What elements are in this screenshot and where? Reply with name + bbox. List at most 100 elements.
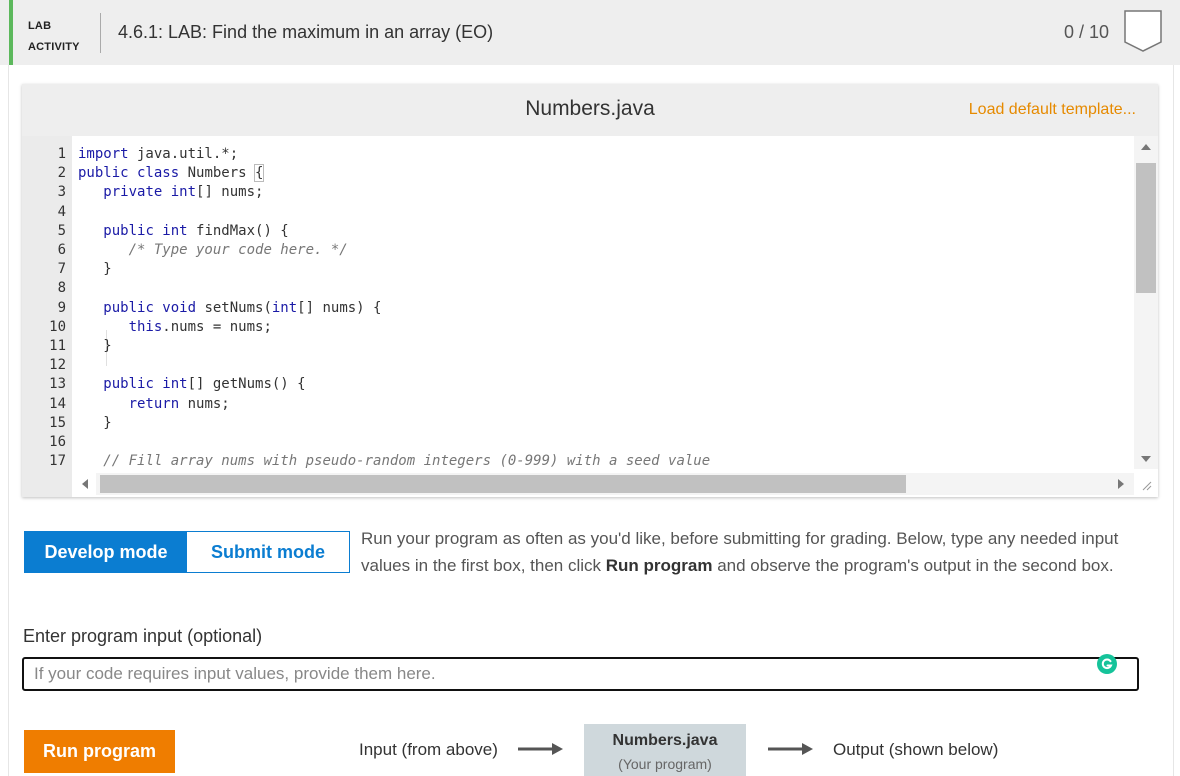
code-line: 5 public int findMax() { bbox=[22, 222, 1134, 241]
code-token: findMax() { bbox=[187, 222, 289, 239]
code-text: public void setNums(int[] nums) { bbox=[78, 299, 381, 318]
program-input-field[interactable] bbox=[22, 657, 1139, 691]
code-token: } bbox=[78, 414, 112, 431]
program-box: Numbers.java (Your program) bbox=[584, 724, 746, 776]
code-line: 9 public void setNums(int[] nums) { bbox=[22, 299, 1134, 318]
arrow-right-icon bbox=[518, 743, 563, 755]
code-text: /* Type your code here. */ bbox=[78, 241, 348, 260]
score-text: 0 / 10 bbox=[1064, 22, 1110, 42]
develop-mode-button[interactable]: Develop mode bbox=[25, 532, 187, 572]
code-line: 16 bbox=[22, 433, 1134, 452]
mode-toggle: Develop mode Submit mode bbox=[24, 531, 350, 573]
code-text: public class Numbers { bbox=[78, 164, 265, 183]
scroll-left-icon[interactable] bbox=[82, 479, 88, 489]
line-number: 11 bbox=[49, 338, 66, 354]
editor-toolbar: Numbers.java Load default template... bbox=[22, 84, 1158, 136]
lab-title: 4.6.1: LAB: Find the maximum in an array… bbox=[118, 22, 494, 42]
code-editor: Numbers.java Load default template... 1i… bbox=[22, 84, 1158, 497]
line-number: 15 bbox=[49, 414, 66, 431]
code-token: java.util.*; bbox=[128, 146, 239, 162]
card-border-right bbox=[1173, 65, 1174, 776]
line-number: 4 bbox=[57, 203, 66, 220]
help-text-bold: Run program bbox=[605, 556, 713, 575]
code-line: 7 } bbox=[22, 260, 1134, 279]
load-default-template-link[interactable]: Load default template... bbox=[969, 101, 1136, 119]
line-number: 1 bbox=[57, 146, 66, 162]
code-token: Numbers bbox=[179, 165, 256, 182]
code-text: public int findMax() { bbox=[78, 222, 289, 241]
line-number: 5 bbox=[57, 222, 66, 239]
code-text: // Fill array nums with pseudo-random in… bbox=[78, 452, 710, 469]
code-line: 10 this.nums = nums; bbox=[22, 318, 1134, 337]
flow-output-label: Output (shown below) bbox=[833, 740, 999, 759]
line-number: 9 bbox=[57, 299, 66, 316]
line-number: 2 bbox=[57, 165, 66, 182]
mode-help-text: Run your program as often as you'd like,… bbox=[361, 525, 1161, 579]
line-number: 10 bbox=[49, 318, 66, 335]
code-line: 17 // Fill array nums with pseudo-random… bbox=[22, 452, 1134, 469]
line-number: 3 bbox=[57, 184, 66, 201]
code-token: } bbox=[78, 338, 112, 354]
score-badge-icon bbox=[1124, 10, 1162, 52]
code-token: nums; bbox=[179, 395, 230, 412]
resize-grip-icon[interactable] bbox=[1140, 479, 1152, 491]
line-number: 13 bbox=[49, 376, 66, 393]
code-token: { bbox=[253, 164, 265, 183]
code-token: [] nums; bbox=[196, 184, 264, 201]
code-token: [] nums) { bbox=[297, 299, 382, 316]
code-keyword: public int bbox=[103, 376, 188, 393]
scroll-up-icon[interactable] bbox=[1141, 144, 1151, 150]
flow-input-label: Input (from above) bbox=[359, 740, 498, 759]
line-number: 6 bbox=[57, 242, 66, 258]
vertical-scroll-thumb[interactable] bbox=[1136, 163, 1156, 293]
activity-type-line2: ACTIVITY bbox=[28, 41, 80, 53]
code-keyword: public int bbox=[103, 222, 188, 239]
code-line: 1 import java.util.*; bbox=[22, 145, 1134, 164]
code-text-area[interactable]: 1 import java.util.*; 2 public class Number… bbox=[22, 136, 1134, 469]
horizontal-scroll-thumb[interactable] bbox=[100, 475, 906, 493]
code-keyword: int bbox=[271, 299, 298, 316]
code-keyword: public void bbox=[103, 299, 197, 316]
code-text: } bbox=[78, 260, 112, 279]
scroll-down-icon[interactable] bbox=[1141, 456, 1151, 462]
code-line: 13 public int[] getNums() { bbox=[22, 375, 1134, 394]
code-line: 14 return nums; bbox=[22, 395, 1134, 414]
code-comment: /* Type your code here. */ bbox=[128, 242, 348, 258]
code-comment: // Fill array nums with pseudo-random in… bbox=[103, 453, 711, 469]
code-text: return nums; bbox=[78, 395, 230, 414]
code-line: 6 /* Type your code here. */ bbox=[22, 241, 1134, 260]
line-number: 8 bbox=[57, 280, 66, 297]
code-line: 15 } bbox=[22, 414, 1134, 433]
activity-type: LAB ACTIVITY bbox=[28, 16, 80, 58]
line-number: 7 bbox=[57, 261, 66, 278]
code-token: [] getNums() { bbox=[187, 376, 306, 393]
program-box-subtitle: (Your program) bbox=[618, 756, 712, 772]
code-text: this.nums = nums; bbox=[78, 318, 272, 337]
run-program-button[interactable]: Run program bbox=[24, 730, 175, 773]
code-line: 12 bbox=[22, 356, 1134, 375]
line-number: 16 bbox=[49, 434, 66, 450]
program-box-name: Numbers.java bbox=[612, 732, 718, 749]
line-number: 14 bbox=[49, 395, 66, 412]
code-keyword: this bbox=[128, 318, 163, 335]
code-text: } bbox=[78, 337, 112, 356]
grammarly-icon[interactable] bbox=[1096, 653, 1118, 675]
submit-mode-button[interactable]: Submit mode bbox=[187, 532, 349, 572]
code-line: 2 public class Numbers { bbox=[22, 164, 1134, 183]
code-line: 11 } bbox=[22, 337, 1134, 356]
scroll-right-icon[interactable] bbox=[1118, 479, 1124, 489]
line-number: 17 bbox=[49, 453, 66, 469]
code-text: private int[] nums; bbox=[78, 183, 263, 202]
code-text: public int[] getNums() { bbox=[78, 375, 306, 394]
code-line: 8 bbox=[22, 279, 1134, 298]
code-text: } bbox=[78, 414, 112, 433]
code-text: import java.util.*; bbox=[78, 145, 238, 164]
code-keyword: private int bbox=[103, 184, 197, 201]
code-token: } bbox=[78, 261, 112, 278]
